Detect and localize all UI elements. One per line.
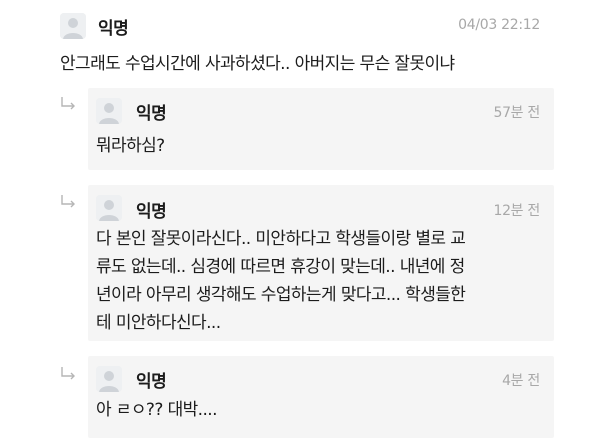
avatar[interactable]	[96, 366, 122, 392]
default-user-avatar-icon	[96, 195, 122, 221]
reply-timestamp: 4분 전	[502, 373, 540, 389]
reply-arrow-icon	[60, 96, 78, 112]
default-user-avatar-icon	[96, 98, 122, 124]
reply-nickname[interactable]: 익명	[136, 367, 167, 392]
reply-arrow-icon	[60, 366, 78, 382]
comment-nickname[interactable]: 익명	[98, 14, 129, 39]
reply-timestamp: 57분 전	[493, 105, 540, 121]
reply-comment: 익명 12분 전 다 본인 잘못이라신다.. 미안하다고 학생들이랑 별로 교 …	[88, 185, 554, 341]
comment-text: 안그래도 수업시간에 사과하셨다.. 아버지는 무슨 잘못이냐	[60, 54, 455, 74]
reply-text: 아 ㄹㅇ?? 대박....	[96, 400, 217, 420]
comment-timestamp: 04/03 22:12	[458, 17, 540, 33]
reply-text: 뭐라하심?	[96, 136, 165, 156]
default-user-avatar-icon	[96, 366, 122, 392]
reply-comment: 익명 4분 전 아 ㄹㅇ?? 대박....	[88, 356, 554, 438]
reply-arrow-icon	[60, 194, 78, 210]
reply-text: 다 본인 잘못이라신다.. 미안하다고 학생들이랑 별로 교 류도 없는데.. …	[96, 229, 466, 333]
reply-nickname[interactable]: 익명	[136, 197, 167, 222]
avatar[interactable]	[60, 13, 86, 39]
avatar[interactable]	[96, 98, 122, 124]
reply-timestamp: 12분 전	[493, 203, 540, 219]
avatar[interactable]	[96, 195, 122, 221]
reply-nickname[interactable]: 익명	[136, 99, 167, 124]
default-user-avatar-icon	[60, 13, 86, 39]
reply-comment: 익명 57분 전 뭐라하심?	[88, 88, 554, 170]
